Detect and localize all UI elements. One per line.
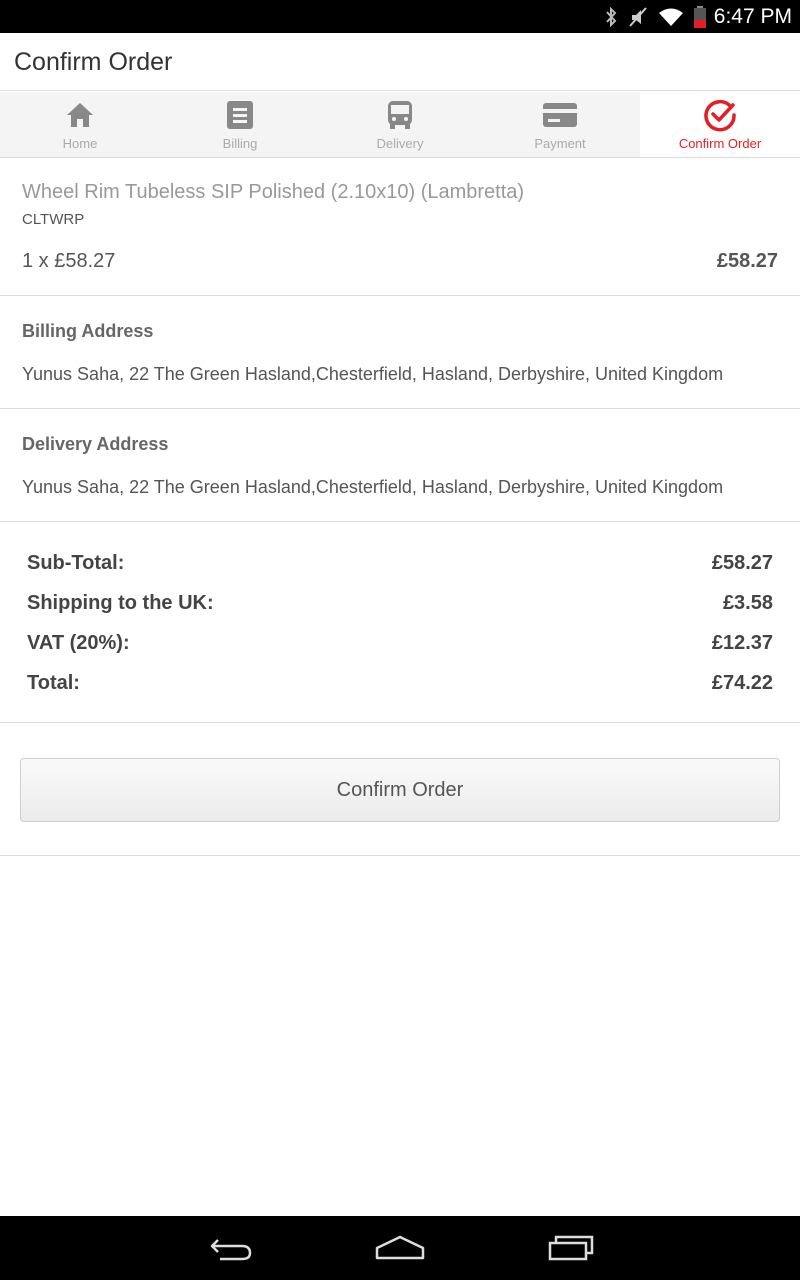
tab-label: Billing	[222, 136, 258, 151]
delivery-address-section: Delivery Address Yunus Saha, 22 The Gree…	[0, 409, 800, 522]
home-icon	[65, 98, 95, 132]
check-circle-icon	[703, 98, 737, 132]
vat-row: VAT (20%): £12.37	[27, 632, 773, 672]
vat-label: VAT (20%):	[27, 632, 130, 654]
tab-label: Home	[62, 136, 98, 151]
back-icon[interactable]	[145, 1216, 315, 1280]
tab-confirm-order[interactable]: Confirm Order	[640, 92, 800, 157]
system-nav-bar	[0, 1216, 800, 1280]
tab-label: Delivery	[376, 136, 424, 151]
vat-value: £12.37	[711, 632, 773, 654]
order-totals: Sub-Total: £58.27 Shipping to the UK: £3…	[0, 522, 800, 723]
confirm-order-button[interactable]: Confirm Order	[20, 758, 780, 822]
title-bar: Confirm Order	[0, 33, 800, 91]
tab-payment[interactable]: Payment	[480, 92, 640, 157]
total-value: £74.22	[711, 672, 773, 694]
total-row: Total: £74.22	[27, 672, 773, 712]
shipping-row: Shipping to the UK: £3.58	[27, 592, 773, 632]
tab-home[interactable]: Home	[0, 92, 160, 157]
subtotal-label: Sub-Total:	[27, 552, 125, 574]
line-total: £58.27	[716, 250, 778, 272]
product-sku: CLTWRP	[22, 211, 85, 228]
total-label: Total:	[27, 672, 80, 694]
recents-icon[interactable]	[485, 1216, 655, 1280]
billing-address-section: Billing Address Yunus Saha, 22 The Green…	[0, 296, 800, 409]
wifi-icon	[658, 7, 684, 27]
home-nav-icon[interactable]	[315, 1216, 485, 1280]
shipping-label: Shipping to the UK:	[27, 592, 214, 614]
bluetooth-icon	[604, 6, 618, 28]
battery-icon	[693, 5, 706, 28]
checkout-steps: Home Billing Delivery Payment Confirm Or…	[0, 92, 800, 158]
bus-icon	[385, 98, 415, 132]
quantity-price: 1 x £58.27	[22, 250, 116, 272]
order-item: Wheel Rim Tubeless SIP Polished (2.10x10…	[0, 158, 800, 296]
tab-label: Payment	[534, 136, 586, 151]
billing-address-heading: Billing Address	[22, 321, 154, 341]
tab-label: Confirm Order	[678, 136, 762, 151]
page-title: Confirm Order	[14, 48, 173, 76]
subtotal-value: £58.27	[711, 552, 773, 574]
subtotal-row: Sub-Total: £58.27	[27, 552, 773, 592]
actions-section: Confirm Order	[0, 723, 800, 856]
billing-address-text: Yunus Saha, 22 The Green Hasland,Chester…	[22, 364, 724, 384]
card-icon	[542, 98, 578, 132]
tab-billing[interactable]: Billing	[160, 92, 320, 157]
status-time: 6:47 PM	[713, 4, 792, 28]
status-bar: 6:47 PM	[0, 0, 800, 33]
shipping-value: £3.58	[722, 592, 773, 614]
tab-delivery[interactable]: Delivery	[320, 92, 480, 157]
billing-icon	[225, 98, 255, 132]
delivery-address-heading: Delivery Address	[22, 434, 169, 454]
mute-icon	[628, 6, 648, 28]
delivery-address-text: Yunus Saha, 22 The Green Hasland,Chester…	[22, 477, 724, 497]
product-name: Wheel Rim Tubeless SIP Polished (2.10x10…	[22, 181, 525, 203]
